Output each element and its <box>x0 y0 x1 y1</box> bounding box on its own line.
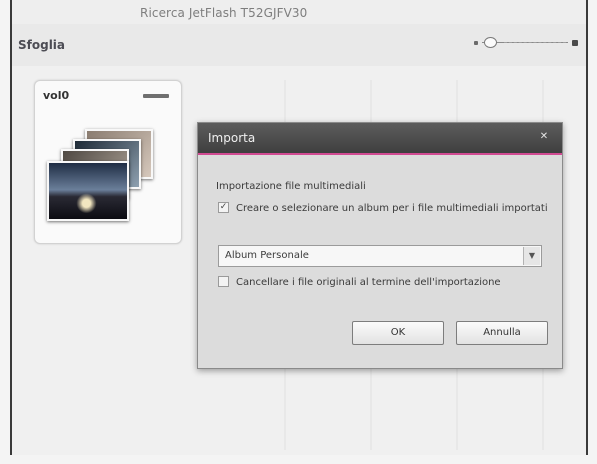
zoom-thumb[interactable] <box>484 37 497 48</box>
chevron-down-icon[interactable]: ▼ <box>523 247 540 265</box>
volume-badge <box>143 94 169 98</box>
window-title: Ricerca JetFlash T52GJFV30 <box>140 6 308 20</box>
section-label: Importazione file multimediali <box>216 181 366 192</box>
page-title: Sfoglia <box>18 38 66 52</box>
dialog-title: Importa <box>208 131 256 145</box>
create-album-checkbox[interactable]: ✓ <box>218 202 229 213</box>
volume-tile[interactable]: vol0 <box>34 80 182 244</box>
dialog-body: Importazione file multimediali ✓ Creare … <box>198 155 562 368</box>
album-select-value: Album Personale <box>225 250 309 261</box>
create-album-label: Creare o selezionare un album per i file… <box>236 203 548 214</box>
zoom-out-icon[interactable] <box>474 41 478 45</box>
import-dialog: Importa ✕ Importazione file multimediali… <box>197 122 563 369</box>
close-icon[interactable]: ✕ <box>536 129 552 145</box>
delete-originals-label: Cancellare i file originali al termine d… <box>236 277 501 288</box>
cancel-button[interactable]: Annulla <box>456 321 548 345</box>
zoom-slider[interactable] <box>474 36 588 50</box>
album-select[interactable]: Album Personale ▼ <box>218 245 542 267</box>
zoom-in-icon[interactable] <box>572 40 578 46</box>
delete-originals-checkbox[interactable] <box>218 276 229 287</box>
ok-button[interactable]: OK <box>352 321 444 345</box>
dialog-titlebar: Importa ✕ <box>198 123 562 155</box>
zoom-track-remaining <box>504 42 566 43</box>
volume-label: vol0 <box>43 89 70 102</box>
photo-stack-icon <box>47 161 129 221</box>
